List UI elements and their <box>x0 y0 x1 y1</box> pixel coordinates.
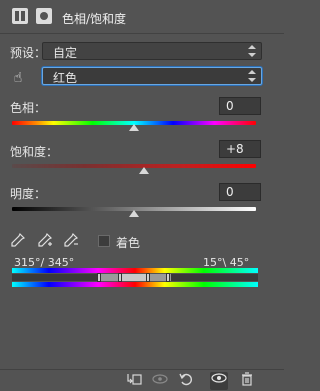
range-handle-inner-right[interactable] <box>146 273 150 282</box>
hue-saturation-properties-panel: 色相/饱和度 预设： 自定 ☝ 红色 色相： 0 饱和度： +8 明度： 0 着… <box>0 0 284 391</box>
lightness-label: 明度： <box>10 187 47 201</box>
view-previous-state-icon[interactable] <box>151 372 169 390</box>
panel-header: 色相/饱和度 <box>0 0 284 34</box>
saturation-value-field[interactable]: +8 <box>219 140 261 158</box>
reset-icon[interactable] <box>177 372 195 390</box>
colorize-label: 着色 <box>116 236 141 250</box>
color-range-bar-input <box>12 268 258 273</box>
color-range-bar-output <box>12 282 258 287</box>
clip-to-layer-icon[interactable] <box>125 372 143 390</box>
range-handle-outer-right[interactable] <box>166 273 170 282</box>
range-handle-outer-left[interactable] <box>97 273 101 282</box>
hue-label: 色相： <box>10 101 47 115</box>
lightness-value-field[interactable]: 0 <box>219 183 261 201</box>
select-arrows-icon <box>248 45 256 57</box>
bottom-toolbar <box>0 369 284 391</box>
panel-title: 色相/饱和度 <box>62 12 127 26</box>
eyedropper-icon[interactable] <box>10 232 26 249</box>
channel-select[interactable]: 红色 <box>42 67 262 85</box>
eyedropper-plus-icon[interactable] <box>38 232 54 249</box>
hue-value-field[interactable]: 0 <box>219 97 261 115</box>
visibility-eye-icon[interactable] <box>210 372 228 390</box>
colorize-checkbox[interactable] <box>98 235 110 247</box>
channel-value: 红色 <box>53 71 78 85</box>
lightness-slider-thumb[interactable] <box>129 210 139 217</box>
hue-slider-thumb[interactable] <box>129 124 139 131</box>
saturation-slider-track[interactable] <box>12 164 256 168</box>
saturation-label: 饱和度： <box>10 145 59 159</box>
target-adjust-hand-icon[interactable]: ☝ <box>10 70 26 86</box>
preset-value: 自定 <box>53 46 78 60</box>
hue-saturation-adjustment-icon[interactable] <box>12 8 28 24</box>
select-arrows-icon <box>248 70 256 82</box>
layer-mask-icon[interactable] <box>36 8 52 24</box>
preset-label: 预设： <box>10 46 47 60</box>
eyedropper-minus-icon[interactable] <box>64 232 80 249</box>
saturation-slider-thumb[interactable] <box>138 167 149 174</box>
range-handle-inner-left[interactable] <box>118 273 122 282</box>
delete-icon[interactable] <box>238 372 256 390</box>
preset-select[interactable]: 自定 <box>42 42 262 60</box>
range-core-segment[interactable] <box>120 274 148 281</box>
